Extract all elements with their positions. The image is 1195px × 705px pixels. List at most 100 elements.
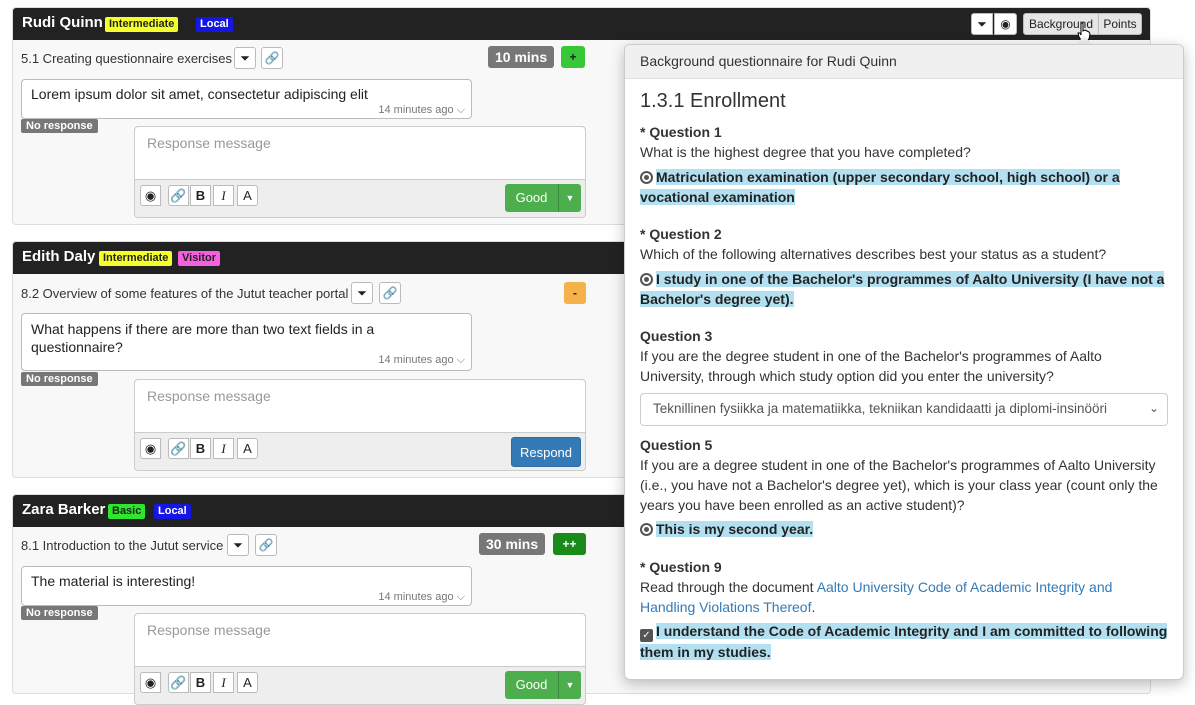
answer-text: Lorem ipsum dolor sit amet, consectetur … xyxy=(31,86,368,102)
filter-icon: ⏷ xyxy=(233,538,243,552)
link-icon: 🔗 xyxy=(382,286,398,300)
points-badge[interactable]: ++ xyxy=(553,533,586,555)
student-name: Rudi Quinn xyxy=(22,14,103,31)
text-icon: A xyxy=(243,188,252,203)
question-9: * Question 9 Read through the document A… xyxy=(640,559,1170,662)
italic-icon: I xyxy=(221,441,226,456)
status-badge: No response xyxy=(21,606,98,620)
link-button[interactable]: 🔗 xyxy=(168,438,189,459)
response-input[interactable] xyxy=(135,127,585,180)
italic-icon: I xyxy=(221,188,226,203)
caret-down-icon[interactable]: ▼ xyxy=(558,184,581,212)
text-size-button[interactable]: A xyxy=(237,438,258,459)
chevron-down-icon: ⌵ xyxy=(456,591,465,603)
question-1: * Question 1 What is the highest degree … xyxy=(640,124,1170,207)
response-input[interactable] xyxy=(135,380,585,433)
points-badge[interactable]: - xyxy=(564,282,586,304)
location-tag: Local xyxy=(154,504,191,519)
question-label: Question 5 xyxy=(640,437,713,453)
link-icon: 🔗 xyxy=(258,538,274,552)
status-badge: No response xyxy=(21,119,98,133)
chevron-down-icon: ⌄ xyxy=(1148,401,1159,415)
question-label: Question 3 xyxy=(640,328,713,344)
italic-button[interactable]: I xyxy=(213,672,234,693)
answer-text: The material is interesting! xyxy=(31,573,196,589)
bold-button[interactable]: B xyxy=(190,438,211,459)
answer-text: What happens if there are more than two … xyxy=(31,321,375,355)
italic-button[interactable]: I xyxy=(213,185,234,206)
question-2: * Question 2 Which of the following alte… xyxy=(640,226,1170,309)
exercise-link-button[interactable]: 🔗 xyxy=(379,282,401,304)
background-popover: Background questionnaire for Rudi Quinn … xyxy=(624,44,1184,680)
italic-button[interactable]: I xyxy=(213,438,234,459)
preview-button[interactable]: ◉ xyxy=(140,185,161,206)
exercise-link-button[interactable]: 🔗 xyxy=(255,534,277,556)
exercise-title: 5.1 Creating questionnaire exercises xyxy=(21,51,233,66)
response-input[interactable] xyxy=(135,614,585,667)
good-button[interactable]: Good ▼ xyxy=(505,184,581,212)
points-button[interactable]: Points xyxy=(1098,13,1142,35)
section-title: 1.3.1 Enrollment xyxy=(640,90,786,112)
question-label: * Question 1 xyxy=(640,124,722,140)
text-icon: A xyxy=(243,441,252,456)
card-header: Rudi Quinn Intermediate Local ⏷ ◉ Backgr… xyxy=(13,8,1150,42)
good-button[interactable]: Good ▼ xyxy=(505,671,581,699)
caret-down-icon[interactable]: ▼ xyxy=(558,671,581,699)
eye-icon: ◉ xyxy=(144,188,157,203)
radio-selected-icon xyxy=(640,523,653,536)
chevron-down-icon: ⌵ xyxy=(456,354,465,366)
points-badge[interactable]: + xyxy=(561,46,585,68)
answer-time[interactable]: 14 minutes ago ⌵ xyxy=(378,104,465,117)
question-text: Read through the document Aalto Universi… xyxy=(640,579,1113,615)
popover-title: Background questionnaire for Rudi Quinn xyxy=(625,45,1183,79)
response-editor: ◉ 🔗 B I A Respond xyxy=(134,379,586,471)
answer-box: What happens if there are more than two … xyxy=(21,313,472,371)
filter-icon: ⏷ xyxy=(240,51,250,65)
filter-button[interactable]: ⏷ xyxy=(971,13,993,35)
bold-button[interactable]: B xyxy=(190,672,211,693)
text-size-button[interactable]: A xyxy=(237,672,258,693)
level-tag: Basic xyxy=(108,504,146,519)
exercise-link-button[interactable]: 🔗 xyxy=(261,47,283,69)
answer-time[interactable]: 14 minutes ago ⌵ xyxy=(378,591,465,604)
answer-box: The material is interesting! 14 minutes … xyxy=(21,566,472,606)
checkbox-checked-icon: ✓ xyxy=(640,629,653,642)
respond-button[interactable]: Respond xyxy=(511,437,581,467)
question-text: Which of the following alternatives desc… xyxy=(640,246,1107,262)
radio-selected-icon xyxy=(640,273,653,286)
answer-time[interactable]: 14 minutes ago ⌵ xyxy=(378,351,465,369)
question-text: If you are a degree student in one of th… xyxy=(640,457,1158,513)
location-tag: Local xyxy=(196,17,233,32)
question-text: If you are the degree student in one of … xyxy=(640,348,1102,384)
time-badge: 10 mins xyxy=(488,46,555,68)
preview-button[interactable]: ◉ xyxy=(140,672,161,693)
text-size-button[interactable]: A xyxy=(237,185,258,206)
level-tag: Intermediate xyxy=(105,17,179,32)
bold-icon: B xyxy=(195,188,206,203)
student-name: Zara Barker xyxy=(22,501,106,518)
filter-exercise-button[interactable]: ⏷ xyxy=(234,47,256,69)
link-icon: 🔗 xyxy=(264,51,280,65)
student-name: Edith Daly xyxy=(22,248,96,265)
link-icon: 🔗 xyxy=(170,188,187,203)
bold-icon: B xyxy=(195,441,206,456)
study-option-select[interactable]: Teknillinen fysiikka ja matematiikka, te… xyxy=(640,393,1168,426)
question-answer: This is my second year. xyxy=(656,521,814,537)
question-3: Question 3 If you are the degree student… xyxy=(640,328,1170,386)
filter-icon: ⏷ xyxy=(977,17,987,31)
filter-exercise-button[interactable]: ⏷ xyxy=(227,534,249,556)
eye-button[interactable]: ◉ xyxy=(994,13,1017,35)
status-badge: No response xyxy=(21,372,98,386)
filter-exercise-button[interactable]: ⏷ xyxy=(351,282,373,304)
role-tag: Visitor xyxy=(178,251,221,266)
preview-button[interactable]: ◉ xyxy=(140,438,161,459)
exercise-title: 8.1 Introduction to the Jutut service xyxy=(21,538,224,553)
question-answer: I understand the Code of Academic Integr… xyxy=(640,623,1168,660)
link-button[interactable]: 🔗 xyxy=(168,185,189,206)
question-label: * Question 2 xyxy=(640,226,722,242)
radio-selected-icon xyxy=(640,171,653,184)
bold-button[interactable]: B xyxy=(190,185,211,206)
level-tag: Intermediate xyxy=(99,251,173,266)
link-button[interactable]: 🔗 xyxy=(168,672,189,693)
eye-icon: ◉ xyxy=(1000,17,1011,31)
